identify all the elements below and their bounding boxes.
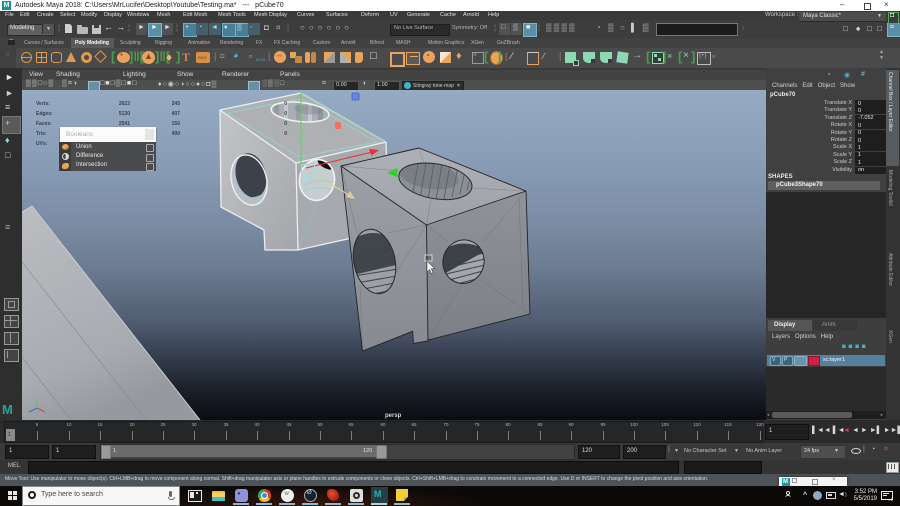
svg-text:persp: persp — [385, 413, 402, 419]
